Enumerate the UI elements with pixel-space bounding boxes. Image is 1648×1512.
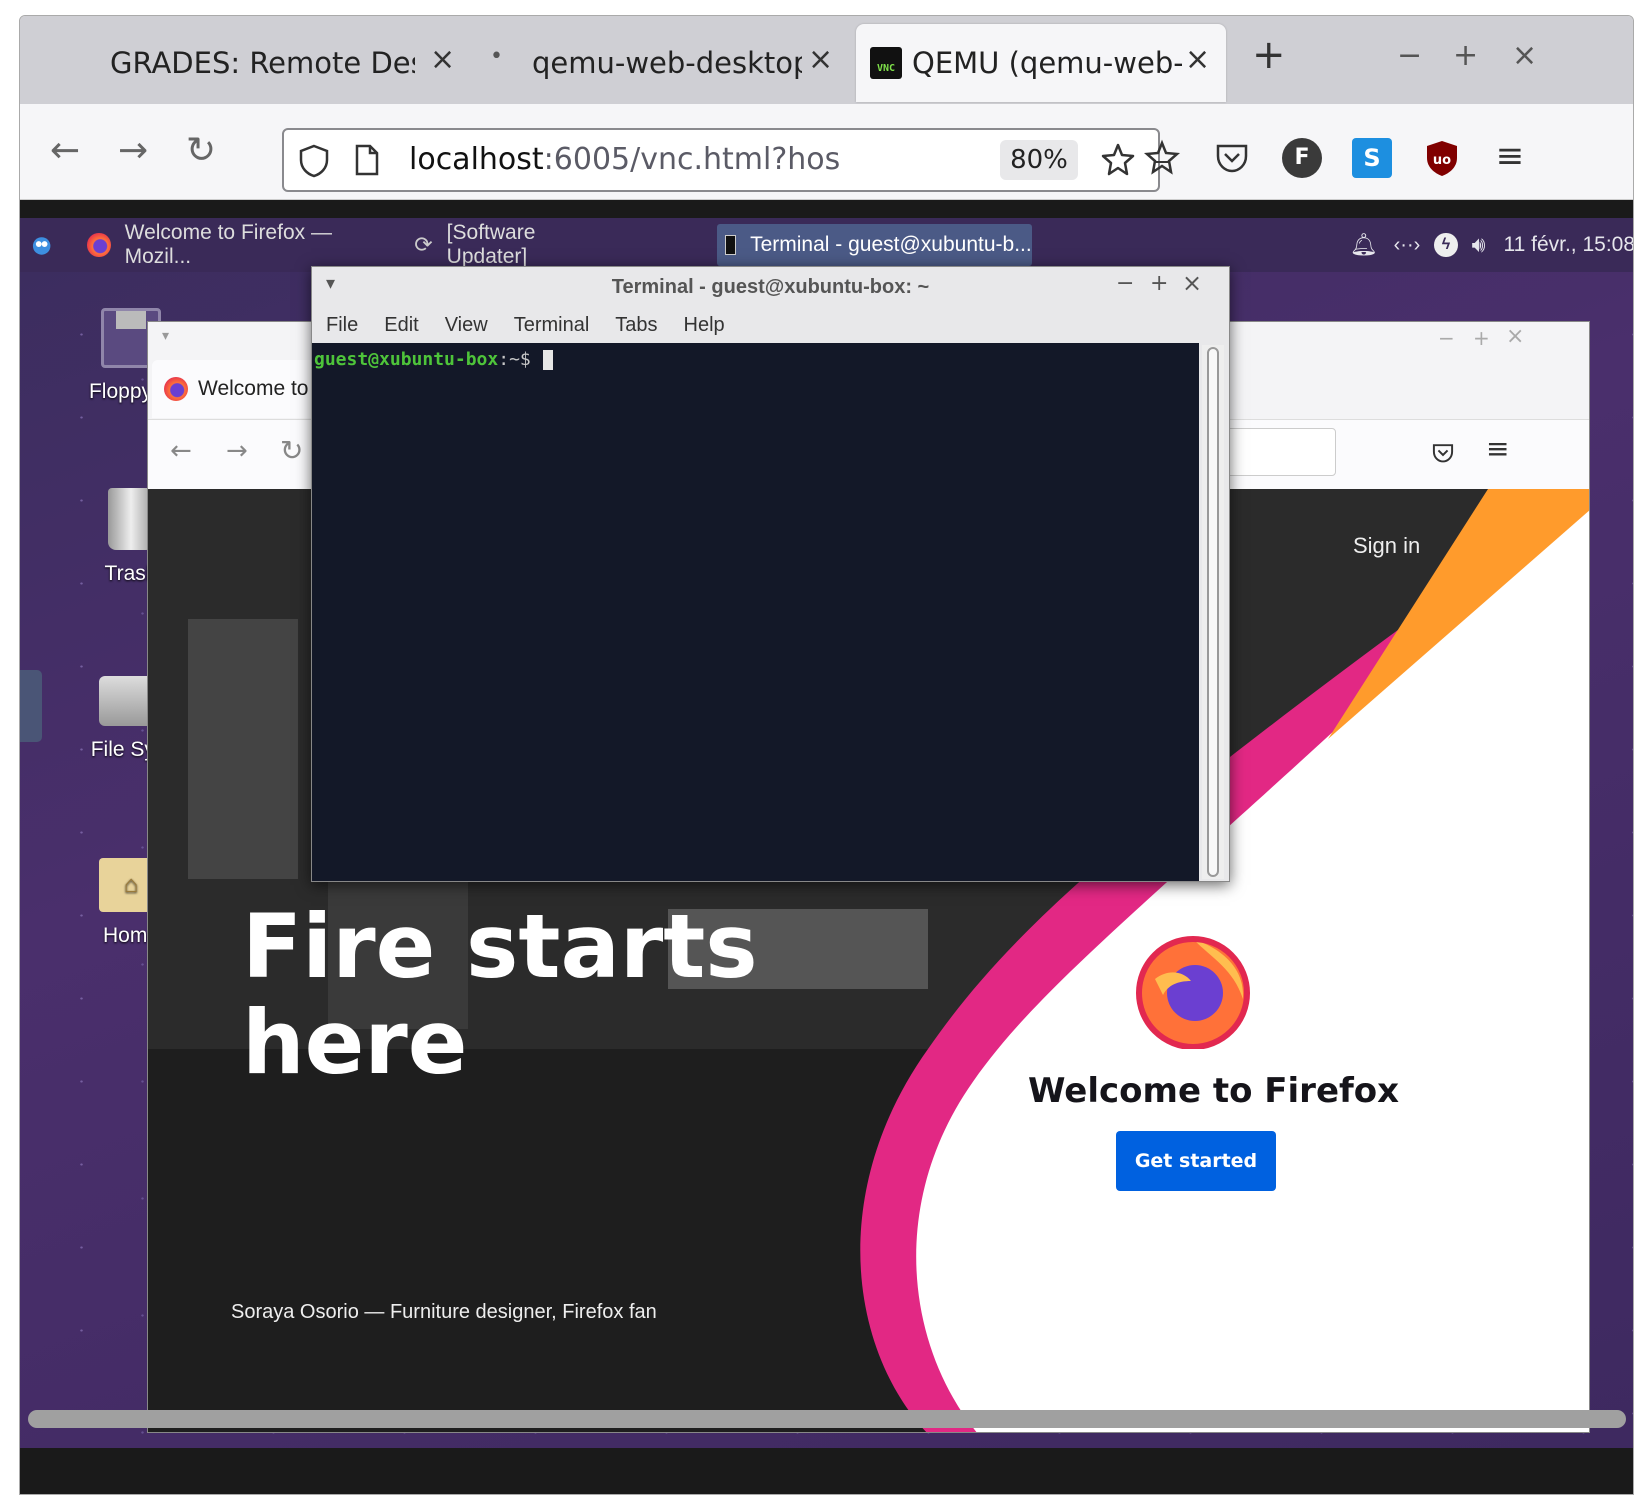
close-window-button[interactable]: × [1512, 38, 1537, 73]
tab-qemu-web-desktop[interactable]: qemu-web-desktop: x [532, 24, 812, 102]
side-panel-handle[interactable] [20, 670, 42, 742]
firefox-logo-icon [1136, 936, 1250, 1049]
minimize-button[interactable]: − [1397, 38, 1422, 73]
tab-label: Welcome to [198, 377, 309, 400]
cursor [542, 350, 553, 370]
terminal-scrollbar[interactable] [1202, 345, 1224, 879]
menu-edit[interactable]: Edit [384, 307, 418, 343]
tab-label: qemu-web-desktop: x [532, 46, 802, 80]
terminal-icon [724, 235, 737, 255]
forward-button[interactable]: → [118, 130, 148, 171]
maximize-button[interactable]: + [1473, 326, 1490, 350]
tab-qemu-vnc[interactable]: VNC QEMU (qemu-web-de [856, 24, 1226, 102]
sign-in-link[interactable]: Sign in [1353, 533, 1420, 559]
scrollbar-thumb[interactable] [1207, 347, 1219, 877]
close-button[interactable]: × [1506, 324, 1524, 349]
close-icon[interactable]: × [430, 42, 455, 77]
welcome-title: Welcome to Firefox [1028, 1071, 1400, 1111]
menu-tabs[interactable]: Tabs [615, 307, 657, 343]
back-button[interactable]: ← [170, 436, 192, 466]
account-icon[interactable]: F [1282, 138, 1322, 178]
volume-icon[interactable]: 🔊︎ [1472, 232, 1486, 258]
tab-strip: GRADES: Remote Deskto × • qemu-web-deskt… [20, 16, 1633, 104]
tab-grades[interactable]: GRADES: Remote Deskto [110, 24, 450, 102]
taskbar-item-firefox[interactable]: Welcome to Firefox — Mozil... [125, 221, 397, 269]
url-path: :6005/vnc.html?host=localhost& [543, 142, 839, 177]
terminal-title: Terminal - guest@xubuntu-box: ~ [611, 276, 930, 298]
network-icon[interactable]: ‹··› [1394, 234, 1421, 257]
pocket-icon[interactable] [1212, 138, 1252, 178]
taskbar-item-terminal[interactable]: Terminal - guest@xubuntu-b... [716, 224, 1032, 266]
notification-bell-icon[interactable]: 🔔︎ [1350, 232, 1378, 258]
updater-icon: ⟳ [414, 232, 433, 257]
vnc-viewport[interactable]: Welcome to Firefox — Mozil... ⟳ [Softwar… [20, 200, 1633, 1494]
back-button[interactable]: ← [50, 130, 80, 171]
reload-button[interactable]: ↻ [280, 434, 303, 467]
menu-icon[interactable]: ≡ [1490, 138, 1530, 178]
taskbar-item-software-updater[interactable]: [Software Updater] [447, 221, 617, 269]
hero-line-1: Fire starts [242, 895, 758, 998]
terminal-menubar: File Edit View Terminal Tabs Help [312, 307, 1229, 343]
tab-label: QEMU (qemu-web-de [912, 46, 1182, 80]
zoom-indicator[interactable]: 80% [1000, 140, 1078, 180]
ublock-icon[interactable]: uo [1422, 138, 1462, 178]
xubuntu-desktop[interactable]: Welcome to Firefox — Mozil... ⟳ [Softwar… [20, 218, 1633, 1448]
power-icon[interactable]: ϟ [1434, 233, 1458, 257]
terminal-window: ▾ Terminal - guest@xubuntu-box: ~ − + × … [311, 266, 1230, 882]
bookmarks-icon[interactable] [1142, 138, 1182, 178]
get-started-button[interactable]: Get started [1116, 1131, 1276, 1191]
xfce-panel: Welcome to Firefox — Mozil... ⟳ [Softwar… [20, 218, 1633, 272]
minimize-button[interactable]: − [1116, 271, 1134, 296]
close-icon[interactable]: × [1185, 42, 1210, 77]
firefox-icon [164, 377, 188, 401]
browser-window: GRADES: Remote Deskto × • qemu-web-deskt… [19, 15, 1634, 1495]
pocket-icon[interactable] [1430, 440, 1456, 466]
terminal-output[interactable]: guest@xubuntu-box:~$ [312, 343, 1199, 881]
url-host: localhost [409, 142, 544, 177]
extension-s-icon[interactable]: S [1352, 138, 1392, 178]
maximize-button[interactable]: + [1453, 38, 1478, 73]
tab-label: GRADES: Remote Deskto [110, 46, 415, 80]
firefox-task-icon [87, 233, 111, 257]
url-bar[interactable]: localhost:6005/vnc.html?host=localhost& … [282, 128, 1160, 192]
vnc-icon: VNC [870, 47, 902, 79]
menu-help[interactable]: Help [684, 307, 725, 343]
hero-line-2: here [242, 991, 468, 1094]
menu-view[interactable]: View [445, 307, 488, 343]
forward-button[interactable]: → [226, 436, 248, 466]
star-icon[interactable] [1100, 142, 1136, 178]
maximize-button[interactable]: + [1150, 271, 1168, 296]
prompt-path: :~$ [498, 349, 531, 370]
vnc-horizontal-scrollbar[interactable] [28, 1410, 1626, 1428]
unread-dot-icon: • [490, 44, 503, 69]
prompt-user: guest@xubuntu-box [314, 349, 499, 370]
minimize-button[interactable]: − [1438, 326, 1455, 350]
shield-icon[interactable] [298, 144, 330, 178]
window-menu-icon[interactable]: ▾ [162, 328, 169, 344]
photo-credit: Soraya Osorio — Furniture designer, Fire… [231, 1301, 657, 1323]
new-tab-button[interactable]: + [1252, 32, 1286, 78]
menu-file[interactable]: File [326, 307, 358, 343]
hero-heading: Fire starts here [242, 899, 758, 1091]
xfce-menu-icon[interactable] [30, 233, 53, 257]
page-icon [355, 144, 379, 176]
menu-terminal[interactable]: Terminal [514, 307, 590, 343]
url-text[interactable]: localhost:6005/vnc.html?host=localhost& [409, 142, 839, 177]
close-button[interactable]: × [1182, 269, 1202, 297]
taskbar-item-label: Terminal - guest@xubuntu-b... [750, 233, 1032, 256]
svg-text:uo: uo [1433, 153, 1451, 168]
menu-icon[interactable]: ≡ [1486, 432, 1509, 465]
reload-button[interactable]: ↻ [186, 130, 216, 171]
close-icon[interactable]: × [808, 42, 833, 77]
panel-clock[interactable]: 11 févr., 15:08 [1503, 233, 1633, 257]
